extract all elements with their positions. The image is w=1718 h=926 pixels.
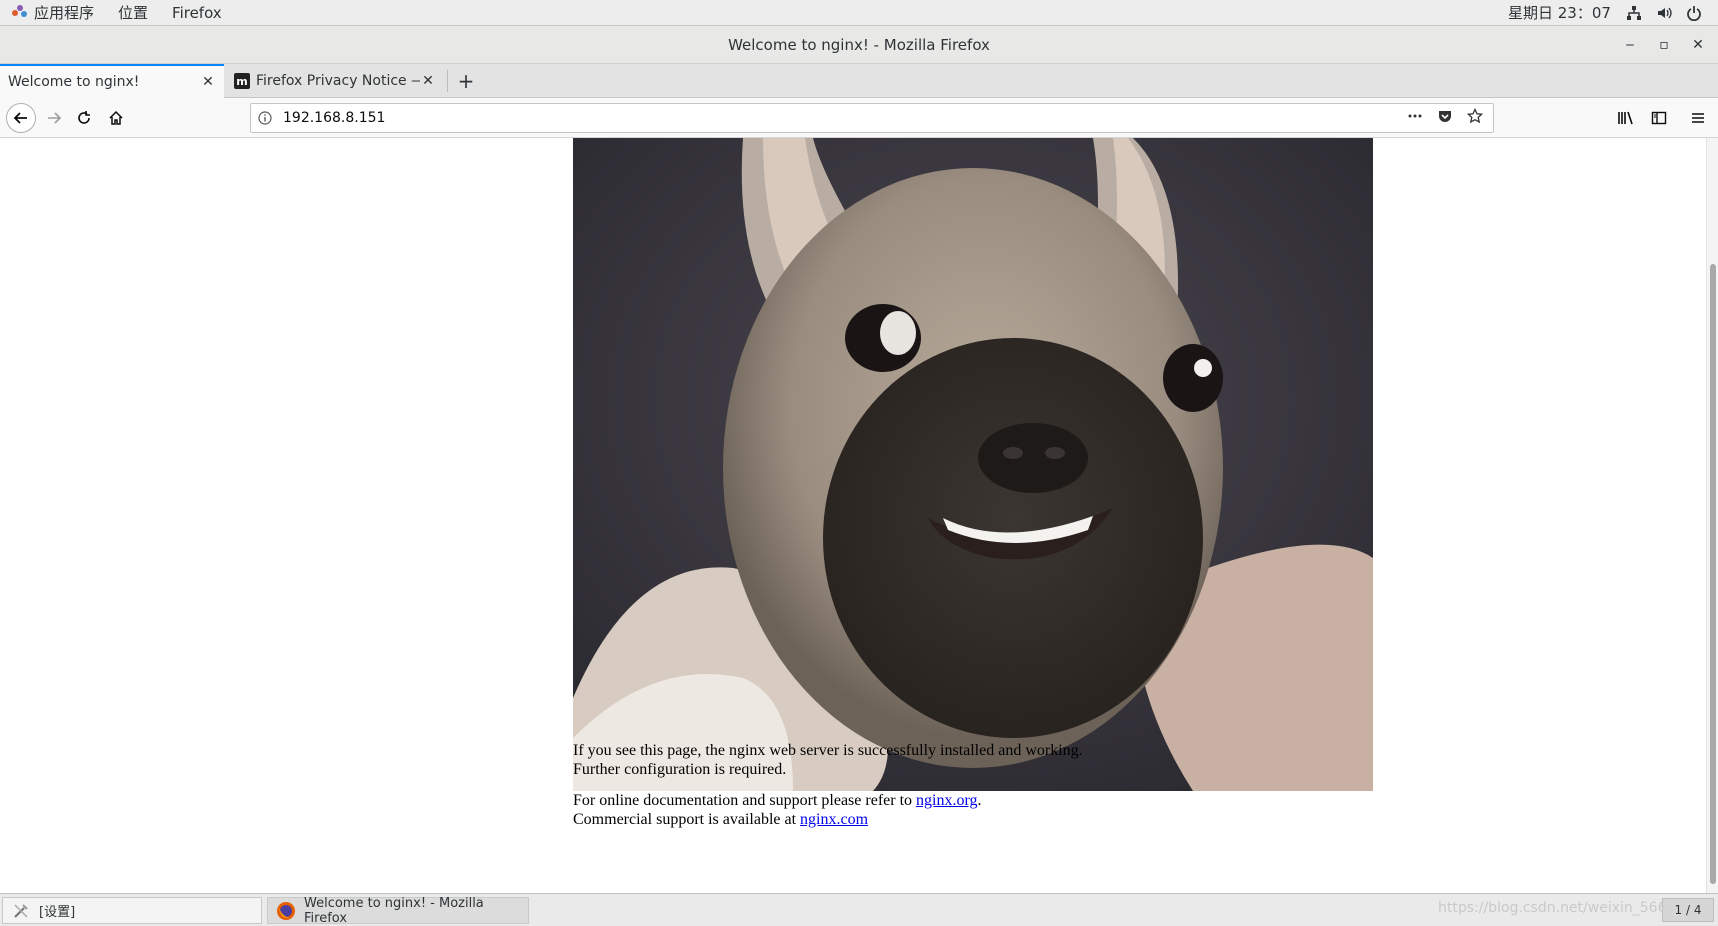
new-tab-button[interactable]: +	[453, 68, 479, 94]
places-label: 位置	[118, 4, 149, 22]
maximize-button[interactable]: ▫	[1652, 33, 1676, 57]
docs-suffix: .	[977, 792, 982, 809]
applications-menu[interactable]: 应用程序	[0, 0, 106, 25]
docs-paragraph: For online documentation and support ple…	[573, 791, 1373, 829]
navigation-toolbar: 192.168.8.151	[0, 98, 1718, 138]
tab-label: Firefox Privacy Notice —	[256, 73, 420, 89]
reload-button[interactable]	[70, 104, 98, 132]
power-icon[interactable]	[1685, 4, 1703, 22]
nginx-org-link[interactable]: nginx.org	[916, 792, 977, 809]
welcome-paragraph: If you see this page, the nginx web serv…	[573, 741, 1373, 779]
mozilla-favicon-icon: m	[234, 73, 250, 89]
page-content[interactable]: If you see this page, the nginx web serv…	[0, 138, 1706, 893]
firefox-app-menu[interactable]: Firefox	[160, 0, 234, 25]
clock[interactable]: 星期日 23：07	[1508, 0, 1611, 26]
volume-icon[interactable]	[1655, 4, 1673, 22]
minimize-button[interactable]: ‒	[1618, 33, 1642, 57]
welcome-line-1: If you see this page, the nginx web serv…	[573, 742, 1083, 759]
more-icon[interactable]	[1407, 108, 1423, 128]
tab-welcome-nginx[interactable]: Welcome to nginx! ✕	[0, 64, 224, 98]
sidebar-icon	[1651, 111, 1667, 125]
commercial-text: Commercial support is available at	[573, 811, 801, 828]
page-actions	[1407, 107, 1493, 128]
window-title-bar[interactable]: Welcome to nginx! - Mozilla Firefox ‒ ▫ …	[0, 26, 1718, 64]
forward-button[interactable]	[40, 104, 68, 132]
close-window-button[interactable]: ✕	[1686, 33, 1710, 57]
site-info-icon[interactable]	[251, 111, 279, 125]
url-text[interactable]: 192.168.8.151	[279, 110, 1407, 126]
library-icon	[1618, 111, 1633, 125]
firefox-app-label: Firefox	[172, 3, 222, 22]
vertical-scrollbar[interactable]	[1706, 138, 1718, 893]
window-title: Welcome to nginx! - Mozilla Firefox	[728, 36, 990, 54]
reload-icon	[78, 111, 90, 124]
tab-firefox-privacy-notice[interactable]: m Firefox Privacy Notice — ✕	[226, 64, 444, 98]
close-tab-icon[interactable]: ✕	[200, 74, 216, 90]
back-arrow-icon	[13, 112, 27, 124]
taskbar-firefox-label: Welcome to nginx! - Mozilla Firefox	[304, 895, 484, 926]
home-icon	[109, 110, 123, 125]
settings-tools-icon	[11, 901, 31, 921]
places-menu[interactable]: 位置	[106, 0, 160, 25]
firefox-icon	[276, 901, 296, 921]
forward-arrow-icon	[48, 112, 62, 124]
system-top-bar: 应用程序 位置 Firefox 星期日 23：07	[0, 0, 1718, 26]
hamburger-menu-icon	[1692, 113, 1704, 123]
tab-strip: Welcome to nginx! ✕ m Firefox Privacy No…	[0, 64, 1718, 98]
applications-label: 应用程序	[34, 4, 95, 22]
taskbar-item-settings[interactable]: [设置]	[2, 897, 262, 924]
scrollbar-thumb[interactable]	[1710, 264, 1716, 884]
url-bar[interactable]: 192.168.8.151	[250, 103, 1494, 133]
tab-label: Welcome to nginx!	[8, 74, 140, 90]
open-menu-button[interactable]	[1686, 106, 1710, 130]
bookmark-star-icon[interactable]	[1466, 107, 1484, 128]
system-tray[interactable]	[1625, 0, 1703, 26]
welcome-line-2: Further configuration is required.	[573, 761, 787, 778]
back-button[interactable]	[6, 103, 36, 133]
watermark-text: https://blog.csdn.net/weixin_5664	[1438, 900, 1676, 916]
nginx-com-link[interactable]: nginx.com	[800, 811, 868, 828]
applications-icon	[12, 4, 28, 21]
window-list-taskbar: [设置] Welcome to nginx! - Mozilla Firefox…	[0, 893, 1718, 926]
docs-text: For online documentation and support ple…	[573, 792, 917, 809]
close-tab-icon[interactable]: ✕	[420, 73, 436, 89]
pug-image	[573, 138, 1373, 791]
workspace-pager[interactable]: 1 / 4	[1662, 898, 1714, 922]
sidebar-button[interactable]	[1647, 106, 1671, 130]
library-button[interactable]	[1614, 106, 1638, 130]
taskbar-settings-label: [设置]	[39, 905, 76, 920]
tab-separator	[447, 70, 448, 92]
pocket-icon[interactable]	[1437, 108, 1453, 128]
network-icon[interactable]	[1625, 4, 1643, 22]
home-button[interactable]	[102, 104, 130, 132]
window-controls: ‒ ▫ ✕	[1618, 26, 1710, 64]
taskbar-item-firefox[interactable]: Welcome to nginx! - Mozilla Firefox	[267, 895, 529, 926]
